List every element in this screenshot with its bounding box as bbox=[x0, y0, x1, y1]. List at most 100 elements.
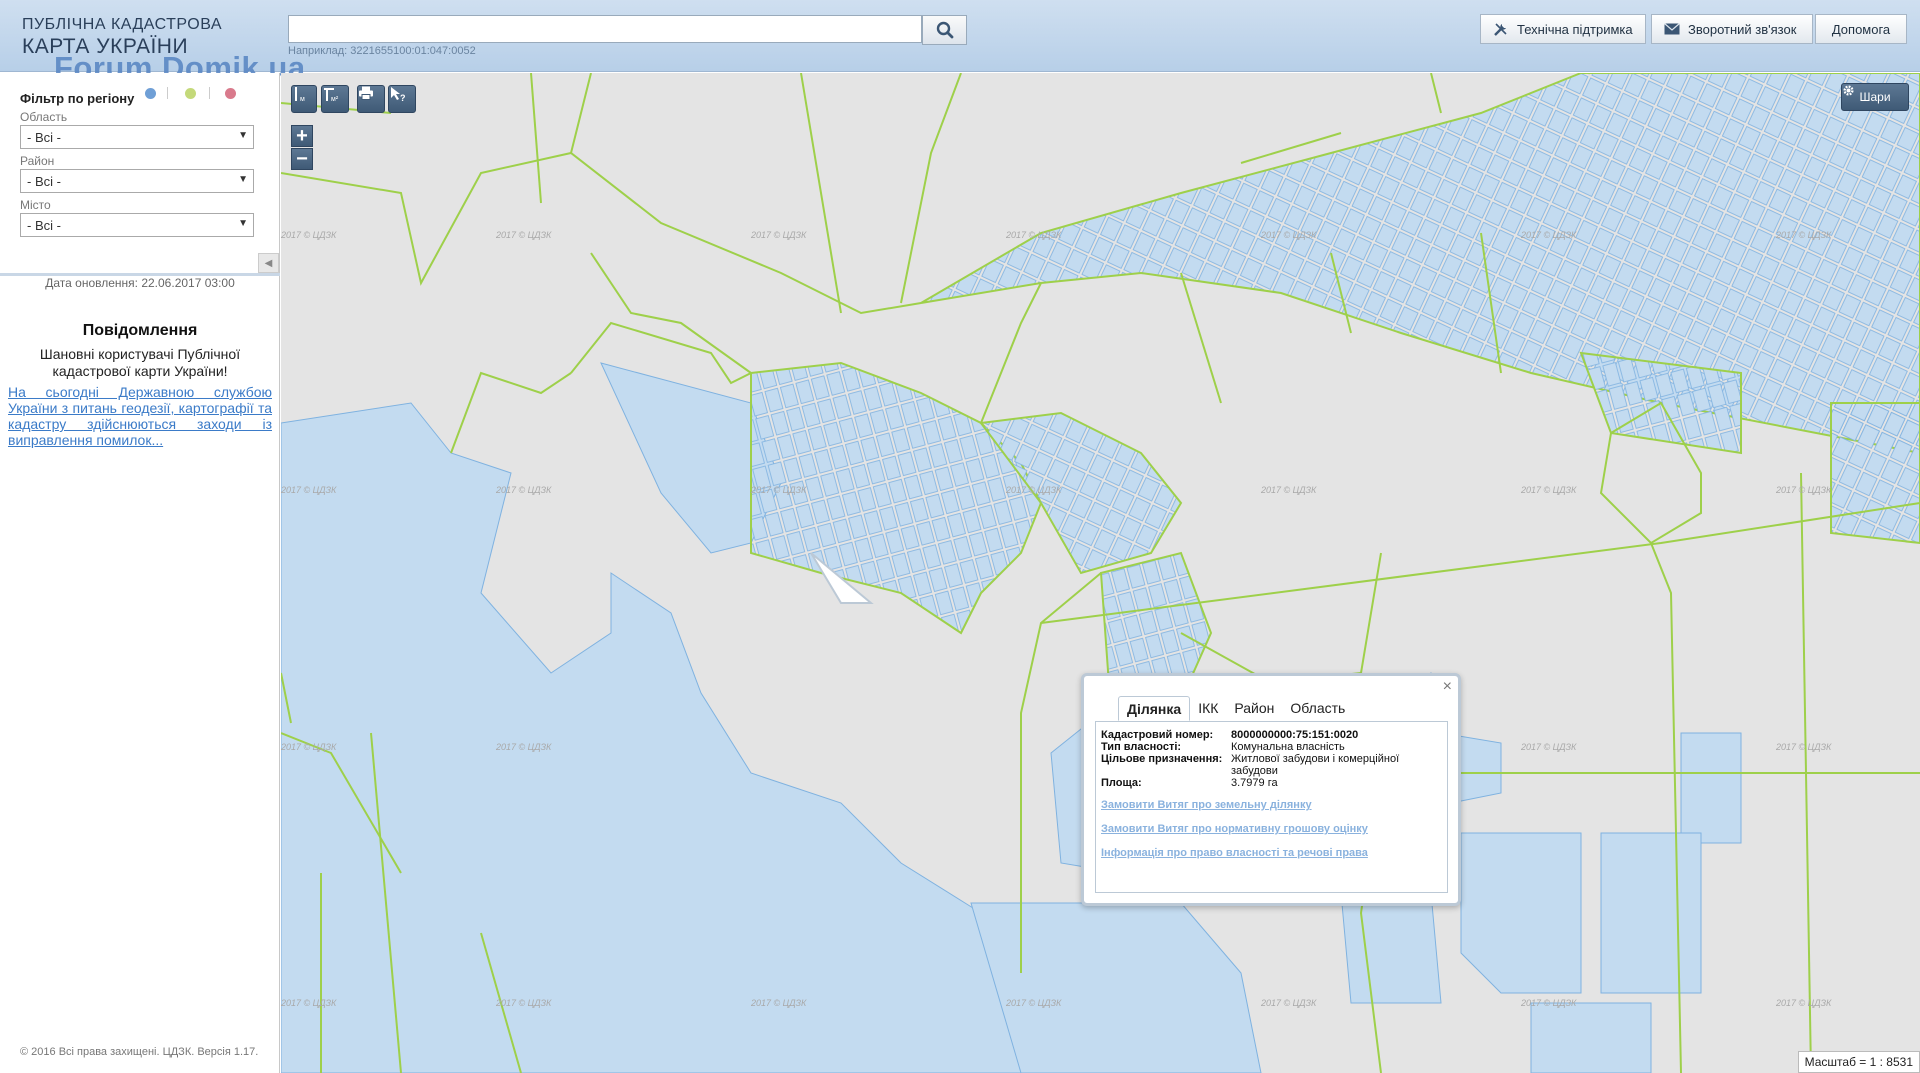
ownership-label: Тип власності: bbox=[1101, 741, 1182, 753]
print-icon bbox=[359, 86, 373, 100]
table-row: Тип власності: Комунальна власність bbox=[1101, 741, 1411, 753]
tile-watermark: 2017 © ЦДЗК bbox=[1520, 998, 1577, 1008]
tile-watermark: 2017 © ЦДЗК bbox=[495, 998, 552, 1008]
purpose-label: Цільове призначення: bbox=[1101, 753, 1223, 765]
notice-title: Повідомлення bbox=[82, 322, 198, 339]
map-canvas[interactable]: 2017 © ЦДЗК 2017 © ЦДЗК 2017 © ЦДЗК 2017… bbox=[281, 73, 1920, 1073]
support-label: Технічна підтримка bbox=[1517, 21, 1633, 37]
tile-watermark: 2017 © ЦДЗК bbox=[281, 742, 337, 752]
cadastral-number: 8000000000:75:151:0020 bbox=[1231, 729, 1359, 741]
dropdown-arrow-icon: ▼ bbox=[238, 218, 248, 229]
popup-tabs: Ділянка ІКК Район Область bbox=[1118, 696, 1353, 721]
svg-text:м²: м² bbox=[331, 96, 339, 102]
order-valuation-extract-link[interactable]: Замовити Витяг про нормативну грошову оц… bbox=[1101, 823, 1368, 835]
copyright: © 2016 Всі права захищені. ЦДЗК. Версія … bbox=[20, 1046, 259, 1058]
ruler-icon: м bbox=[295, 87, 305, 102]
update-date: Дата оновлення: 22.06.2017 03:00 bbox=[45, 276, 235, 290]
svg-text:м: м bbox=[300, 96, 305, 102]
dropdown-arrow-icon: ▼ bbox=[238, 130, 248, 141]
tile-watermark: 2017 © ЦДЗК bbox=[495, 485, 552, 495]
tile-watermark: 2017 © ЦДЗК bbox=[1775, 742, 1832, 752]
parcel-details-table: Кадастровий номер: 8000000000:75:151:002… bbox=[1101, 729, 1411, 789]
tile-watermark: 2017 © ЦДЗК bbox=[1520, 230, 1577, 240]
tile-watermark: 2017 © ЦДЗК bbox=[495, 742, 552, 752]
area-value: 3.7979 га bbox=[1231, 777, 1278, 789]
measure-area-button[interactable]: м² bbox=[321, 85, 349, 113]
help-label: Допомога bbox=[1831, 21, 1891, 37]
ownership-value: Комунальна власність bbox=[1231, 741, 1345, 753]
city-label: Місто bbox=[20, 198, 51, 212]
filter-dot-blue[interactable] bbox=[145, 88, 156, 99]
tile-watermark: 2017 © ЦДЗК bbox=[1775, 485, 1832, 495]
header: ПУБЛІЧНА КАДАСТРОВА КАРТА УКРАЇНИ Forum.… bbox=[0, 0, 1920, 85]
tile-watermark: 2017 © ЦДЗК bbox=[1775, 230, 1832, 240]
tools-icon bbox=[1494, 23, 1507, 36]
order-land-extract-link[interactable]: Замовити Витяг про земельну ділянку bbox=[1101, 799, 1312, 811]
tile-watermark: 2017 © ЦДЗК bbox=[750, 230, 807, 240]
tile-watermark: 2017 © ЦДЗК bbox=[1260, 998, 1317, 1008]
envelope-icon bbox=[1664, 23, 1680, 35]
measure-distance-button[interactable]: м bbox=[291, 85, 317, 113]
tab-ikk[interactable]: ІКК bbox=[1190, 696, 1226, 721]
feedback-button[interactable]: Зворотний зв'язок bbox=[1651, 14, 1813, 44]
ownership-rights-link[interactable]: Інформація про право власності та речові… bbox=[1101, 847, 1368, 859]
tile-watermark: 2017 © ЦДЗК bbox=[1775, 998, 1832, 1008]
layers-button[interactable]: Шари bbox=[1841, 83, 1909, 111]
identify-button[interactable]: ? bbox=[388, 85, 416, 113]
cadastral-map-layer[interactable]: 2017 © ЦДЗК 2017 © ЦДЗК 2017 © ЦДЗК 2017… bbox=[281, 73, 1920, 1073]
table-row: Кадастровий номер: 8000000000:75:151:002… bbox=[1101, 729, 1411, 741]
search-input[interactable] bbox=[288, 15, 922, 43]
close-icon[interactable]: × bbox=[1443, 678, 1452, 696]
region-select[interactable]: - Всі - ▼ bbox=[20, 125, 254, 149]
sidebar: Фільтр по регіону Область - Всі - ▼ Райо… bbox=[0, 73, 280, 1073]
search-hint: Наприклад: 3221655100:01:047:0052 bbox=[288, 45, 476, 57]
tab-region[interactable]: Область bbox=[1282, 696, 1353, 721]
map-scale: Масштаб = 1 : 8531 bbox=[1797, 1051, 1920, 1073]
parcel-details-panel: Кадастровий номер: 8000000000:75:151:002… bbox=[1095, 721, 1448, 893]
dot-divider bbox=[167, 87, 168, 99]
district-select-value: - Всі - bbox=[27, 174, 61, 189]
table-row: Площа: 3.7979 га bbox=[1101, 777, 1411, 789]
purpose-value: Житлової забудови і комерційної забудови bbox=[1231, 753, 1400, 777]
zoom-in-button[interactable]: + bbox=[291, 125, 313, 147]
district-label: Район bbox=[20, 154, 55, 168]
tile-watermark: 2017 © ЦДЗК bbox=[281, 230, 337, 240]
region-select-value: - Всі - bbox=[27, 130, 61, 145]
notice-link[interactable]: На сьогодні Державною службою України з … bbox=[8, 384, 272, 448]
layers-label: Шари bbox=[1859, 90, 1891, 104]
filter-dot-green[interactable] bbox=[185, 88, 196, 99]
tile-watermark: 2017 © ЦДЗК bbox=[1005, 230, 1062, 240]
city-select-value: - Всі - bbox=[27, 218, 61, 233]
tile-watermark: 2017 © ЦДЗК bbox=[1260, 230, 1317, 240]
area-label: Площа: bbox=[1101, 777, 1142, 789]
collapse-sidebar-button[interactable]: ◀ bbox=[258, 253, 279, 273]
notice-body: Шановні користувачі Публічної кадастрово… bbox=[39, 346, 241, 379]
print-button[interactable] bbox=[357, 85, 385, 113]
search-icon bbox=[936, 21, 953, 39]
tab-district[interactable]: Район bbox=[1226, 696, 1282, 721]
logo-line1: ПУБЛІЧНА КАДАСТРОВА bbox=[22, 16, 222, 33]
support-button[interactable]: Технічна підтримка bbox=[1480, 14, 1646, 44]
tile-watermark: 2017 © ЦДЗК bbox=[1005, 998, 1062, 1008]
tile-watermark: 2017 © ЦДЗК bbox=[750, 998, 807, 1008]
filter-dot-red[interactable] bbox=[225, 88, 236, 99]
parcel-info-popup: × Ділянка ІКК Район Область Кадастровий … bbox=[1081, 673, 1461, 906]
area-icon: м² bbox=[324, 88, 339, 102]
tab-parcel[interactable]: Ділянка bbox=[1118, 696, 1191, 721]
dot-divider bbox=[209, 87, 210, 99]
region-label: Область bbox=[20, 110, 68, 124]
svg-text:?: ? bbox=[400, 93, 406, 102]
info-cursor-icon: ? bbox=[391, 87, 406, 102]
help-button[interactable]: Допомога bbox=[1815, 14, 1907, 44]
district-select[interactable]: - Всі - ▼ bbox=[20, 169, 254, 193]
tile-watermark: 2017 © ЦДЗК bbox=[281, 998, 337, 1008]
tile-watermark: 2017 © ЦДЗК bbox=[281, 485, 337, 495]
chevron-left-icon: ◀ bbox=[264, 257, 273, 269]
tile-watermark: 2017 © ЦДЗК bbox=[1260, 485, 1317, 495]
tile-watermark: 2017 © ЦДЗК bbox=[1520, 742, 1577, 752]
cadastral-label: Кадастровий номер: bbox=[1101, 729, 1214, 741]
zoom-out-button[interactable]: − bbox=[291, 148, 313, 170]
search-button[interactable] bbox=[922, 15, 967, 45]
tile-watermark: 2017 © ЦДЗК bbox=[495, 230, 552, 240]
city-select[interactable]: - Всі - ▼ bbox=[20, 213, 254, 237]
